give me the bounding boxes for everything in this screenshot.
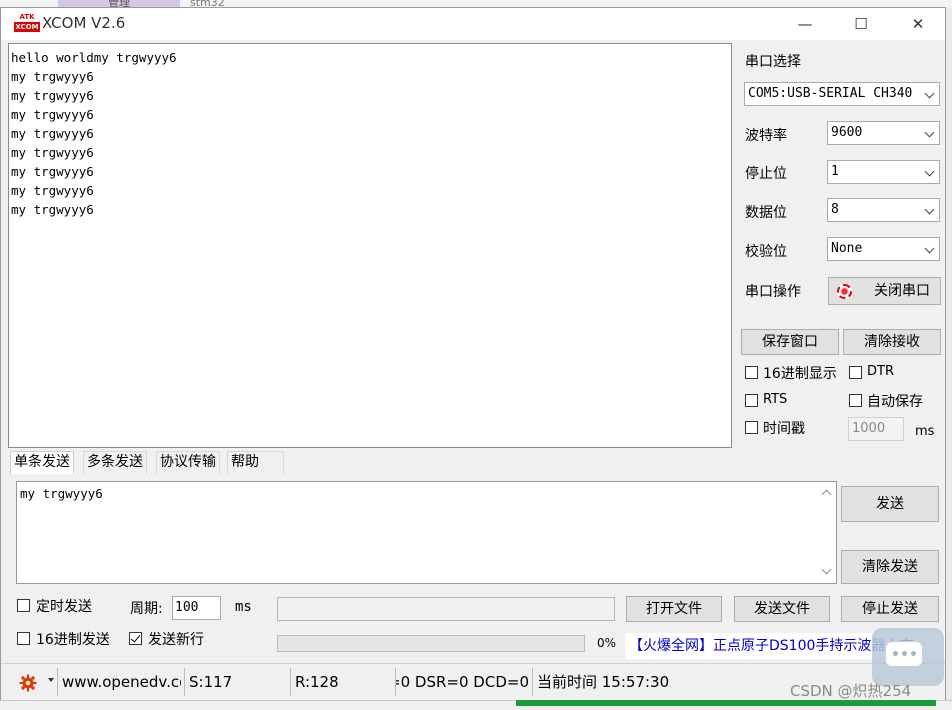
rts-checkbox[interactable] <box>745 394 758 407</box>
progress-percent: 0% <box>597 636 617 650</box>
timestamp-label: 时间戳 <box>763 421 805 437</box>
settings-gear-icon[interactable] <box>19 674 37 692</box>
receive-line: my trgwyyy6 <box>11 107 94 122</box>
dtr-label: DTR <box>867 364 894 379</box>
window-title: XCOM V2.6 <box>42 14 126 32</box>
hex-send-label: 16进制发送 <box>36 632 110 648</box>
port-status-led-icon <box>837 284 852 299</box>
send-scrollbar[interactable] <box>818 482 836 583</box>
baud-value: 9600 <box>831 125 863 140</box>
send-textarea[interactable]: my trgwyyy6 <box>16 481 837 584</box>
status-time: 当前时间 15:57:30 <box>532 668 732 696</box>
stop-bits-value: 1 <box>831 164 839 179</box>
baud-select[interactable]: 9600 <box>827 121 940 145</box>
hex-display-label: 16进制显示 <box>763 366 837 382</box>
timestamp-checkbox[interactable] <box>745 421 758 434</box>
period-field[interactable]: 100 <box>172 596 221 620</box>
tab-help[interactable]: 帮助 <box>227 451 284 474</box>
port-operation-label: 串口操作 <box>745 284 801 300</box>
xcom-logo: ATK XCOM <box>14 13 40 35</box>
scroll-up-icon[interactable] <box>821 489 832 500</box>
chevron-down-icon <box>924 166 935 177</box>
port-select[interactable]: COM5:USB-SERIAL CH340 <box>744 82 940 106</box>
receive-line: hello worldmy trgwyyy6 <box>11 50 177 65</box>
chevron-down-icon <box>924 243 935 254</box>
stop-send-button[interactable]: 停止发送 <box>841 596 939 622</box>
chevron-down-icon <box>924 88 935 99</box>
newline-checkbox[interactable] <box>129 632 142 645</box>
receive-line: my trgwyyy6 <box>11 145 94 160</box>
rts-label: RTS <box>763 392 788 407</box>
baud-label: 波特率 <box>745 128 787 144</box>
auto-save-checkbox[interactable] <box>849 394 862 407</box>
send-text: my trgwyyy6 <box>20 486 103 501</box>
parity-select[interactable]: None <box>827 237 940 261</box>
tab-single-send[interactable]: 单条发送 <box>10 451 74 474</box>
hex-display-checkbox[interactable] <box>745 366 758 379</box>
receive-line: my trgwyyy6 <box>11 126 94 141</box>
receive-line: my trgwyyy6 <box>11 202 94 217</box>
status-line-states: CTS=0 DSR=0 DCD=0 <box>395 668 529 696</box>
hex-send-checkbox[interactable] <box>17 632 30 645</box>
title-bar[interactable]: ATK XCOM XCOM V2.6 — ☐ ✕ <box>1 8 945 40</box>
save-window-button[interactable]: 保存窗口 <box>741 329 839 355</box>
scroll-down-icon[interactable] <box>821 564 832 575</box>
send-file-button[interactable]: 发送文件 <box>734 596 830 622</box>
chat-bubble-shape <box>886 642 922 666</box>
status-line-states-text: CTS=0 DSR=0 DCD=0 <box>396 673 529 691</box>
receive-line: my trgwyyy6 <box>11 69 94 84</box>
period-ms-label: ms <box>235 599 252 615</box>
chat-float-icon[interactable] <box>872 628 944 686</box>
close-port-label: 关闭串口 <box>874 283 930 299</box>
auto-save-label: 自动保存 <box>867 394 923 410</box>
parity-label: 校验位 <box>745 244 787 260</box>
csdn-watermark: CSDN @炽热254 <box>790 682 912 700</box>
open-file-button[interactable]: 打开文件 <box>626 596 722 622</box>
logo-top-text: ATK <box>19 13 35 21</box>
parity-value: None <box>831 241 863 256</box>
dtr-checkbox[interactable] <box>849 366 862 379</box>
receive-line: my trgwyyy6 <box>11 183 94 198</box>
timed-send-label: 定时发送 <box>36 599 92 615</box>
maximize-button[interactable]: ☐ <box>832 8 890 40</box>
clear-send-button[interactable]: 清除发送 <box>841 550 939 584</box>
data-bits-value: 8 <box>831 202 839 217</box>
send-progress-bar <box>277 635 585 652</box>
data-bits-label: 数据位 <box>745 205 787 221</box>
close-button[interactable]: ✕ <box>889 8 947 40</box>
timestamp-interval-field[interactable]: 1000 <box>848 417 904 441</box>
timed-send-checkbox[interactable] <box>17 599 30 612</box>
settings-dropdown-icon[interactable] <box>48 678 54 682</box>
chevron-down-icon <box>924 127 935 138</box>
file-path-field[interactable] <box>277 597 615 621</box>
status-sent-count: S:117 <box>184 668 288 696</box>
clear-receive-button[interactable]: 清除接收 <box>843 329 941 355</box>
stop-bits-label: 停止位 <box>745 166 787 182</box>
port-select-value: COM5:USB-SERIAL CH340 <box>748 86 913 101</box>
tab-protocol[interactable]: 协议传输 <box>156 451 220 474</box>
close-port-button[interactable]: 关闭串口 <box>828 277 941 305</box>
logo-bottom-text: XCOM <box>14 22 40 32</box>
data-bits-select[interactable]: 8 <box>827 198 940 222</box>
chevron-down-icon <box>924 204 935 215</box>
receive-textarea[interactable]: hello worldmy trgwyyy6 my trgwyyy6 my trgw… <box>8 43 732 448</box>
xcom-window: ATK XCOM XCOM V2.6 — ☐ ✕ hello worldmy t… <box>0 7 946 700</box>
send-button[interactable]: 发送 <box>841 486 939 522</box>
port-select-label: 串口选择 <box>745 54 801 70</box>
receive-line: my trgwyyy6 <box>11 164 94 179</box>
receive-line: my trgwyyy6 <box>11 88 94 103</box>
minimize-button[interactable]: — <box>776 8 834 40</box>
status-url[interactable]: www.openedv.com <box>57 668 181 696</box>
timestamp-ms-label: ms <box>915 424 935 439</box>
period-label: 周期: <box>130 601 163 617</box>
newline-label: 发送新行 <box>148 632 204 648</box>
status-received-count: R:128 <box>290 668 394 696</box>
tab-multi-send[interactable]: 多条发送 <box>83 451 147 474</box>
stop-bits-select[interactable]: 1 <box>827 160 940 184</box>
